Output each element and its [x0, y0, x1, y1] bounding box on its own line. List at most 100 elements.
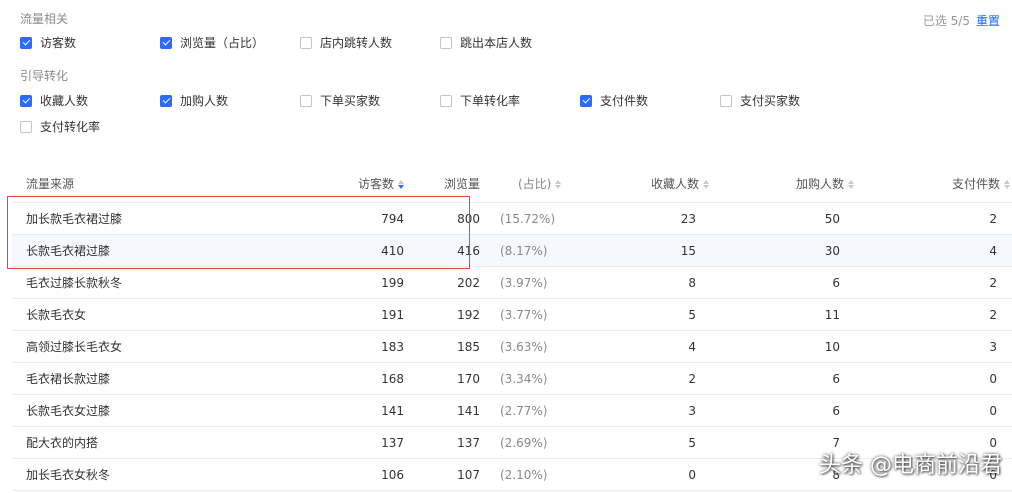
checkbox-box[interactable] — [20, 36, 32, 49]
cell-source: 长款毛衣女 — [26, 308, 87, 322]
cell-visitors: 794 — [381, 211, 404, 226]
header-paid-items-label: 支付件数 — [951, 177, 1000, 191]
checkbox-box[interactable] — [580, 94, 592, 107]
cell-paid-items: 0 — [989, 371, 997, 386]
sort-icon[interactable] — [555, 180, 562, 189]
header-favorites-label: 收藏人数 — [650, 177, 699, 191]
checkbox-label: 跳出本店人数 — [460, 36, 533, 50]
cell-add-to-cart: 10 — [824, 339, 840, 354]
checkbox-visitors[interactable]: 访客数 — [20, 34, 76, 51]
table-row[interactable]: 长款毛衣裙过膝 410 416 (8.17%) 15 30 4 — [12, 235, 1012, 267]
cell-visitors: 199 — [381, 275, 404, 290]
cell-share: (2.10%) — [500, 467, 548, 482]
cell-source: 加长款毛衣裙过膝 — [26, 212, 123, 226]
cell-source: 毛衣过膝长款秋冬 — [26, 276, 123, 290]
cell-add-to-cart: 6 — [832, 403, 840, 418]
cell-share: (3.77%) — [500, 307, 548, 322]
checkbox-bounce[interactable]: 跳出本店人数 — [440, 34, 532, 51]
cell-visitors: 168 — [381, 371, 404, 386]
table-row[interactable]: 加长款毛衣裙过膝 794 800 (15.72%) 23 50 2 — [12, 203, 1012, 235]
checkbox-order-buyers[interactable]: 下单买家数 — [300, 92, 380, 109]
checkbox-paid-items[interactable]: 支付件数 — [580, 92, 648, 109]
header-pageviews: 浏览量 — [443, 177, 480, 191]
cell-visitors: 183 — [381, 339, 404, 354]
header-share-label: (占比) — [518, 177, 552, 191]
sort-icon[interactable] — [1004, 180, 1010, 189]
checkbox-label: 访客数 — [40, 36, 77, 50]
traffic-group-title: 流量相关 — [20, 12, 69, 26]
cell-add-to-cart: 11 — [824, 307, 840, 322]
table-header: 流量来源 访客数 浏览量 (占比) 收藏人数 加购人数 支付件数 — [12, 165, 1012, 203]
table-row[interactable]: 长款毛衣女 191 192 (3.77%) 5 11 2 — [12, 299, 1012, 331]
table-row[interactable]: 高领过膝长毛衣女 183 185 (3.63%) 4 10 3 — [12, 331, 1012, 363]
checkbox-label: 收藏人数 — [40, 94, 89, 108]
checkbox-label: 下单买家数 — [320, 94, 381, 108]
cell-pageviews: 800 — [457, 211, 480, 226]
cell-favorites: 23 — [680, 211, 696, 226]
cell-source: 高领过膝长毛衣女 — [26, 340, 123, 354]
cell-visitors: 410 — [381, 243, 404, 258]
cell-paid-items: 2 — [989, 211, 997, 226]
cell-visitors: 191 — [381, 307, 404, 322]
checkbox-label: 加购人数 — [180, 94, 229, 108]
cell-pageviews: 202 — [457, 275, 480, 290]
checkbox-box[interactable] — [440, 94, 452, 107]
checkbox-box[interactable] — [160, 36, 172, 49]
cell-add-to-cart: 6 — [832, 371, 840, 386]
sort-icon[interactable] — [848, 180, 854, 189]
cell-share: (2.77%) — [500, 403, 548, 418]
cell-paid-items: 4 — [989, 243, 997, 258]
table-row[interactable]: 长款毛衣女过膝 141 141 (2.77%) 3 6 0 — [12, 395, 1012, 427]
checkbox-box[interactable] — [20, 120, 32, 133]
checkbox-paid-buyers[interactable]: 支付买家数 — [720, 92, 800, 109]
cell-paid-items: 3 — [989, 339, 997, 354]
checkbox-box[interactable] — [720, 94, 732, 107]
cell-source: 配大衣的内搭 — [26, 436, 99, 450]
header-favorites[interactable]: 收藏人数 — [651, 175, 709, 192]
checkbox-pay-rate[interactable]: 支付转化率 — [20, 118, 100, 135]
table-row[interactable]: 毛衣裙长款过膝 168 170 (3.34%) 2 6 0 — [12, 363, 1012, 395]
checkbox-in-store-jumps[interactable]: 店内跳转人数 — [300, 34, 392, 51]
checkbox-order-rate[interactable]: 下单转化率 — [440, 92, 520, 109]
checkbox-box[interactable] — [20, 94, 32, 107]
cell-source: 加长毛衣女秋冬 — [26, 468, 111, 482]
cell-favorites: 3 — [688, 403, 696, 418]
cell-favorites: 4 — [688, 339, 696, 354]
table-row[interactable]: 毛衣过膝长款秋冬 199 202 (3.97%) 8 6 2 — [12, 267, 1012, 299]
cell-paid-items: 0 — [989, 403, 997, 418]
checkbox-pageviews[interactable]: 浏览量（占比） — [160, 34, 264, 51]
checkbox-box[interactable] — [300, 36, 312, 49]
cell-share: (3.63%) — [500, 339, 548, 354]
cell-share: (15.72%) — [500, 211, 556, 226]
header-visitors-label: 访客数 — [357, 177, 394, 191]
checkbox-label: 支付件数 — [600, 94, 649, 108]
reset-link[interactable]: 重置 — [976, 14, 1000, 28]
cell-pageviews: 170 — [457, 371, 480, 386]
checkbox-box[interactable] — [440, 36, 452, 49]
traffic-source-table: 流量来源 访客数 浏览量 (占比) 收藏人数 加购人数 支付件数 加长款毛衣裙过… — [12, 165, 1012, 491]
header-add-to-cart-label: 加购人数 — [795, 177, 844, 191]
cell-share: (3.97%) — [500, 275, 548, 290]
cell-favorites: 2 — [688, 371, 696, 386]
cell-pageviews: 107 — [457, 467, 480, 482]
cell-add-to-cart: 6 — [832, 275, 840, 290]
cell-add-to-cart: 30 — [824, 243, 840, 258]
checkbox-favorites[interactable]: 收藏人数 — [20, 92, 88, 109]
header-visitors[interactable]: 访客数 — [358, 175, 404, 192]
cell-add-to-cart: 50 — [824, 211, 840, 226]
header-add-to-cart[interactable]: 加购人数 — [796, 175, 854, 192]
header-share[interactable]: (占比) — [518, 175, 562, 192]
header-source: 流量来源 — [26, 177, 75, 191]
checkbox-add-to-cart[interactable]: 加购人数 — [160, 92, 228, 109]
cell-pageviews: 137 — [457, 435, 480, 450]
checkbox-label: 店内跳转人数 — [320, 36, 393, 50]
sort-icon[interactable] — [703, 180, 709, 189]
cell-visitors: 141 — [381, 403, 404, 418]
checkbox-box[interactable] — [300, 94, 312, 107]
checkbox-box[interactable] — [160, 94, 172, 107]
sort-icon[interactable] — [398, 180, 404, 189]
cell-pageviews: 192 — [457, 307, 480, 322]
selected-count: 已选 5/5 重置 — [923, 12, 1000, 29]
cell-favorites: 15 — [680, 243, 696, 258]
header-paid-items[interactable]: 支付件数 — [952, 175, 1010, 192]
